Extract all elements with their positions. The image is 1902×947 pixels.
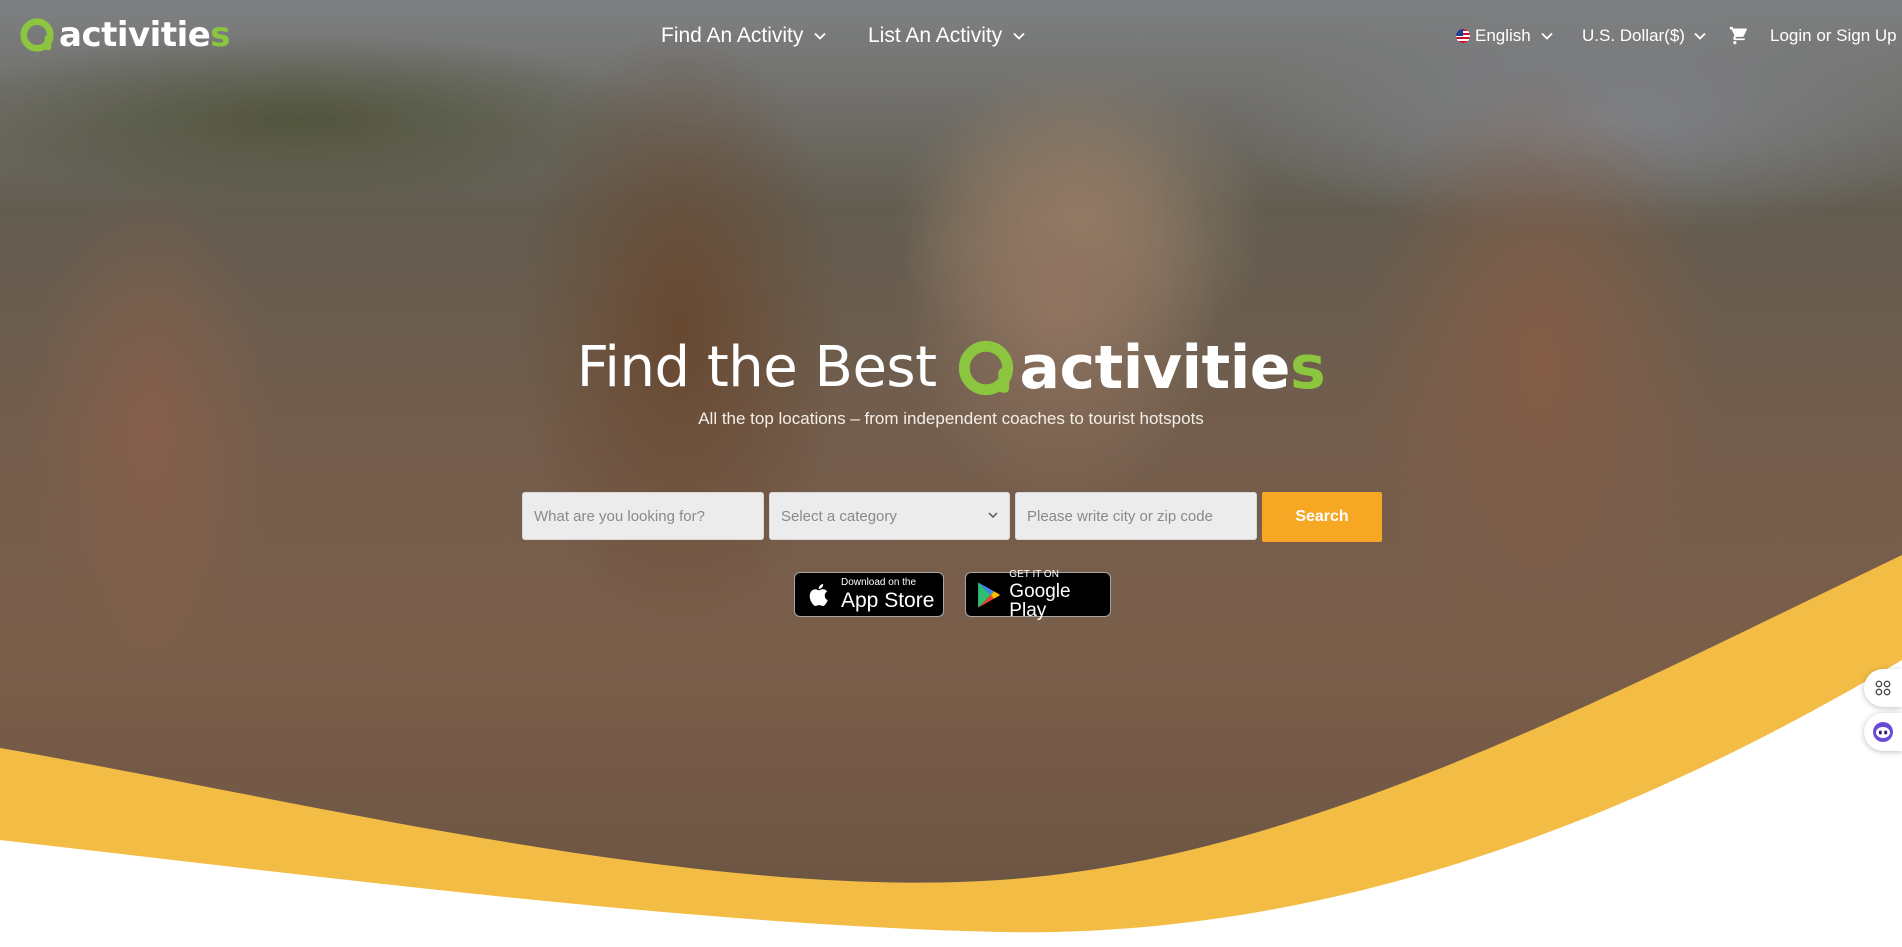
assistant-button[interactable]	[1864, 713, 1902, 751]
apps-grid-icon	[1875, 680, 1891, 696]
assistant-bot-icon	[1873, 722, 1893, 742]
chevron-down-icon	[1693, 29, 1707, 43]
apple-icon	[809, 583, 828, 606]
headline-logo-text-accent: s	[1289, 333, 1326, 403]
site-logo[interactable]: activities	[18, 14, 231, 56]
hero-headline: Find the Best activities	[0, 337, 1902, 399]
hero-wave-divider	[0, 555, 1902, 947]
cart-button[interactable]	[1729, 26, 1749, 46]
currency-selector[interactable]: U.S. Dollar($)	[1582, 26, 1707, 46]
nav-list-activity-label: List An Activity	[868, 24, 1003, 47]
location-input[interactable]	[1015, 492, 1257, 540]
logo-text-main: activitie	[59, 15, 211, 55]
login-signup-label: Login or Sign Up	[1770, 26, 1897, 45]
logo-wordmark: activities	[59, 15, 231, 55]
googleplay-small-text: GET IT ON	[1009, 568, 1059, 580]
appstore-small-text: Download on the	[841, 577, 917, 588]
chevron-down-icon	[1540, 29, 1554, 43]
currency-label: U.S. Dollar($)	[1582, 26, 1685, 45]
search-button[interactable]: Search	[1262, 492, 1382, 542]
google-play-icon	[978, 581, 1000, 608]
hero-subtitle: All the top locations – from independent…	[698, 409, 1204, 428]
appstore-big-text: App Store	[841, 589, 935, 612]
nav-list-activity[interactable]: List An Activity	[868, 24, 1026, 48]
headline-logo-wordmark: activities	[1020, 338, 1326, 398]
login-signup-link[interactable]: Login or Sign Up	[1770, 26, 1897, 46]
googleplay-big-text: Google Play	[1009, 580, 1071, 621]
app-store-badge[interactable]: Download on the App Store	[794, 572, 944, 617]
hero-section	[0, 0, 1902, 947]
apps-grid-button[interactable]	[1864, 669, 1902, 707]
chevron-down-icon	[988, 512, 998, 519]
headline-logo: activities	[955, 337, 1326, 399]
language-selector[interactable]: English	[1454, 26, 1554, 46]
language-label: English	[1475, 26, 1531, 45]
search-query-input[interactable]	[522, 492, 764, 540]
headline-logo-text-main: activitie	[1019, 333, 1291, 403]
logo-mark-icon	[958, 340, 1013, 396]
category-select[interactable]: Select a category	[769, 492, 1010, 540]
chevron-down-icon	[813, 29, 827, 43]
logo-text-accent: s	[210, 15, 231, 55]
category-select-value: Select a category	[781, 507, 897, 525]
cart-icon	[1729, 26, 1747, 45]
logo-mark-icon	[20, 18, 54, 52]
nav-find-activity[interactable]: Find An Activity	[661, 24, 827, 48]
us-flag-icon	[1456, 29, 1470, 43]
nav-find-activity-label: Find An Activity	[661, 24, 804, 47]
chevron-down-icon	[1012, 29, 1026, 43]
headline-text: Find the Best	[576, 335, 937, 400]
google-play-badge[interactable]: GET IT ON Google Play	[965, 568, 1111, 621]
